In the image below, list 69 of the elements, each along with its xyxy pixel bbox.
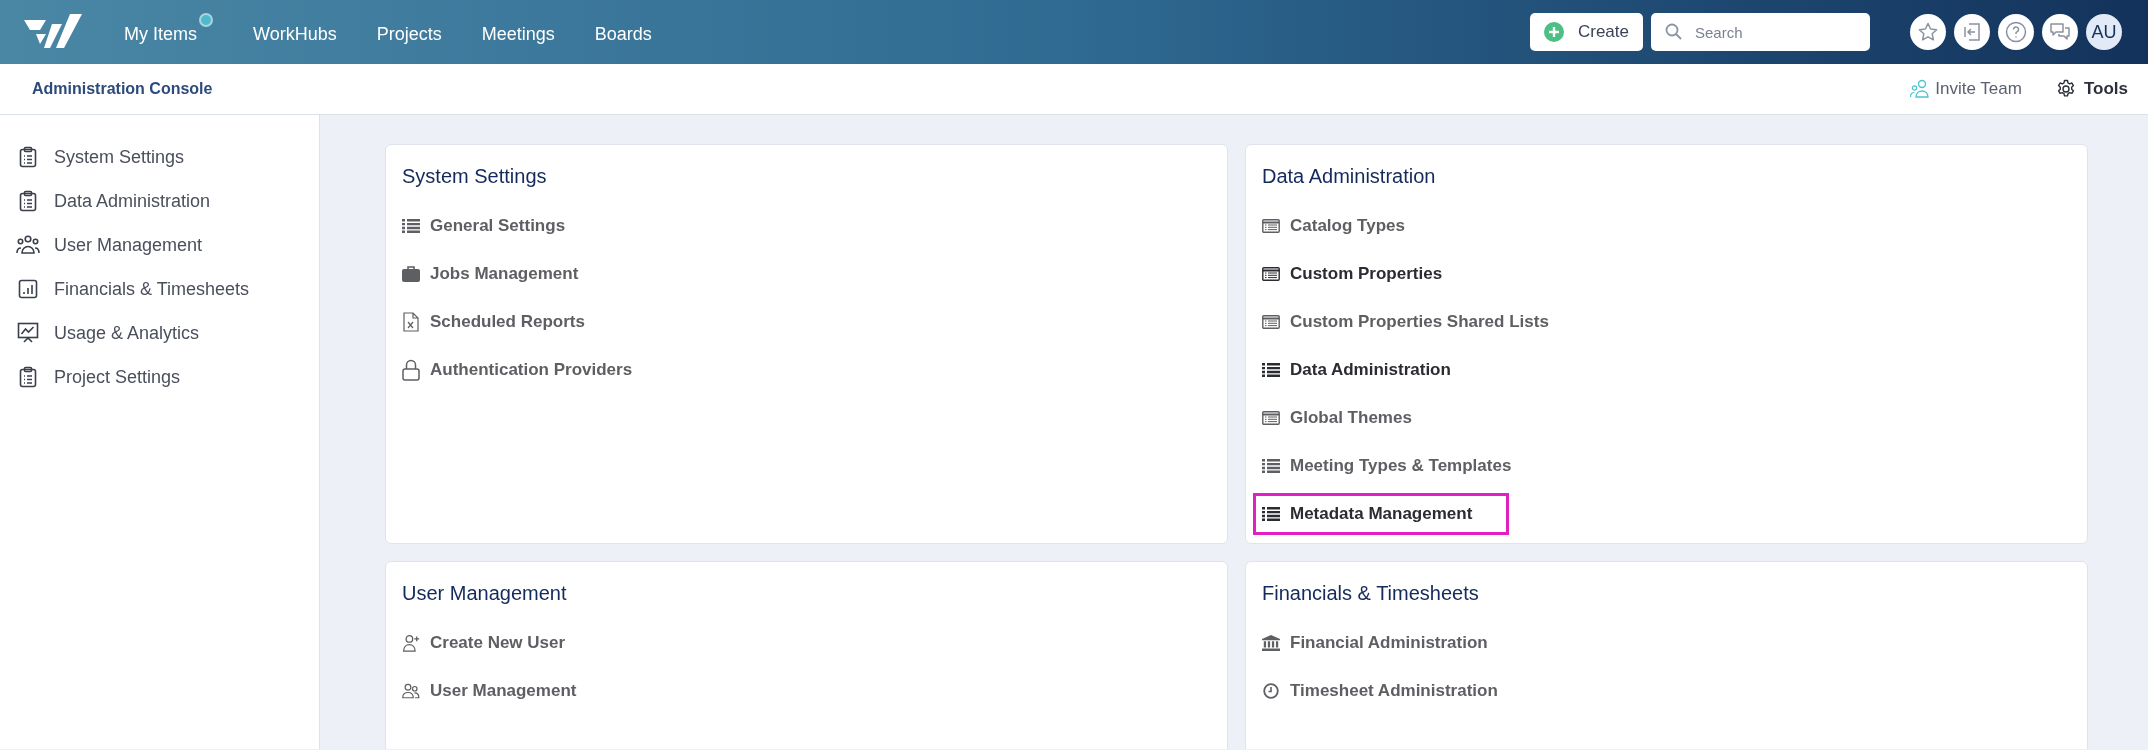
card-title: User Management [402,581,568,606]
invite-team-link[interactable]: Invite Team [1909,76,2022,102]
list-icon [1262,507,1280,521]
help-icon [2005,21,2027,43]
lock-icon [402,359,420,381]
list-icon [1262,459,1280,473]
settings-link[interactable]: Scheduled Reports [402,304,589,340]
settings-link[interactable]: Timesheet Administration [1262,673,1502,709]
nav-link[interactable]: Boards [594,12,652,52]
people-group-icon [16,235,40,255]
search-field[interactable]: Search [1651,13,1870,51]
chat-button[interactable] [2042,14,2078,50]
sidebar-item[interactable]: User Management [16,229,319,261]
settings-link[interactable]: Catalog Types [1262,208,1409,244]
search-icon [1665,23,1683,41]
clipboard-icon [19,366,37,388]
star-button[interactable] [1910,14,1946,50]
list-icon [402,219,420,233]
bar-chart-icon [18,279,38,299]
settings-link[interactable]: Metadata Management [1256,496,1507,532]
user-avatar[interactable]: AU [2086,14,2122,50]
settings-link[interactable]: General Settings [402,208,570,244]
settings-link[interactable]: Global Themes [1262,400,1416,436]
sidebar-item[interactable]: System Settings [16,141,319,173]
presentation-chart-icon [17,322,39,344]
sign-in-icon [1962,22,1982,42]
settings-link[interactable]: Meeting Types & Templates [1262,448,1516,484]
help-button[interactable] [1998,14,2034,50]
nav-link[interactable]: My Items [124,12,213,52]
card-title: Data Administration [1262,164,1437,189]
create-button[interactable]: Create [1529,13,1643,51]
card-title: System Settings [402,164,548,189]
settings-link[interactable]: Authentication Providers [402,352,637,388]
table-icon [1262,315,1280,329]
tools-link[interactable]: Tools [2055,76,2128,102]
plus-circle-icon [1543,22,1564,42]
nav-link[interactable]: Projects [376,12,442,52]
spreadsheet-file-icon [403,312,419,332]
settings-link[interactable]: User Management [402,673,581,709]
sidebar-item[interactable]: Financials & Timesheets [16,273,319,305]
settings-link[interactable]: Create New User [402,625,570,661]
nav-link[interactable]: Meetings [481,12,555,52]
chat-bubbles-icon [2049,22,2071,42]
card-title: Financials & Timesheets [1262,581,1480,606]
settings-link[interactable]: Custom Properties Shared Lists [1262,304,1553,340]
list-icon [1262,363,1280,377]
console-title: Administration Console [32,79,213,99]
bank-icon [1262,634,1280,652]
clock-icon [1263,683,1279,699]
user-plus-icon [402,632,420,654]
settings-link[interactable]: Custom Properties [1262,256,1447,292]
settings-icon [2055,79,2076,99]
table-icon [1262,267,1280,281]
sidebar-item[interactable]: Data Administration [16,185,319,217]
sign-in-button[interactable] [1954,14,1990,50]
clipboard-icon [19,190,37,212]
nav-link[interactable]: WorkHubs [253,12,337,52]
people-icon [1909,79,1932,99]
settings-link[interactable]: Data Administration [1262,352,1455,388]
settings-link[interactable]: Financial Administration [1262,625,1492,661]
users-icon [402,681,420,701]
briefcase-icon [402,266,420,282]
sidebar-item[interactable]: Usage & Analytics [16,317,319,349]
settings-link[interactable]: Jobs Management [402,256,583,292]
clipboard-icon [19,146,37,168]
table-icon [1262,411,1280,425]
table-icon [1262,219,1280,233]
star-icon [1918,22,1938,42]
sidebar-item[interactable]: Project Settings [16,361,319,393]
